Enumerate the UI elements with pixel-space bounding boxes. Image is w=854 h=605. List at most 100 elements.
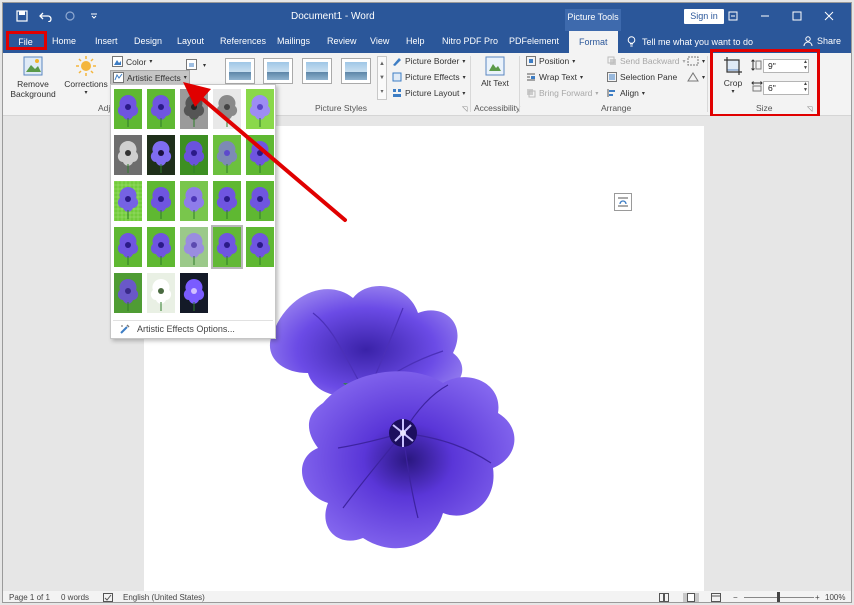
print-layout-icon[interactable]: [683, 593, 699, 602]
picture-layout-label: Picture Layout: [405, 88, 460, 98]
layout-options-button[interactable]: [614, 193, 632, 211]
group-objects-icon: [687, 56, 699, 66]
save-icon[interactable]: [15, 9, 29, 23]
picture-border-button[interactable]: Picture Border ▾: [392, 56, 465, 66]
tab-nitro-pdf-pro[interactable]: Nitro PDF Pro: [442, 36, 498, 46]
page-count[interactable]: Page 1 of 1: [9, 593, 50, 602]
maximize-icon[interactable]: [781, 8, 813, 24]
tab-pdfelement[interactable]: PDFelement: [509, 36, 559, 46]
artistic-effect-dark[interactable]: [147, 135, 175, 175]
undo-icon[interactable]: [39, 9, 53, 23]
artistic-effect-glow[interactable]: [147, 273, 175, 313]
artistic-effect-selected[interactable]: [211, 225, 243, 269]
picture-style-1[interactable]: [225, 58, 255, 84]
picture-style-3[interactable]: [302, 58, 332, 84]
proofing-icon[interactable]: [103, 593, 113, 602]
send-backward-button[interactable]: Send Backward ▾: [607, 56, 686, 66]
zoom-in-icon[interactable]: +: [815, 593, 820, 602]
artistic-effect-plain[interactable]: [147, 227, 175, 267]
artistic-effect-plain[interactable]: [114, 89, 142, 129]
flower-picture[interactable]: [243, 273, 533, 563]
tell-me-search[interactable]: Tell me what you want to do: [627, 36, 753, 47]
selection-pane-button[interactable]: Selection Pane: [607, 72, 677, 82]
tab-mailings[interactable]: Mailings: [277, 36, 310, 46]
artistic-effect-sketch[interactable]: [213, 89, 241, 129]
close-icon[interactable]: [813, 8, 845, 24]
corrections-icon: [76, 56, 96, 76]
read-mode-icon[interactable]: [659, 593, 669, 602]
rotate-button[interactable]: ▾: [687, 72, 705, 82]
artistic-effect-plain[interactable]: [114, 227, 142, 267]
tab-design[interactable]: Design: [134, 36, 162, 46]
artistic-effect-wash[interactable]: [180, 227, 208, 267]
group-objects-button[interactable]: ▾: [687, 56, 705, 66]
position-dropdown-arrow: ▾: [572, 58, 576, 65]
align-button[interactable]: Align ▾: [607, 88, 645, 98]
tab-home[interactable]: Home: [52, 36, 76, 46]
tab-review[interactable]: Review: [327, 36, 357, 46]
picture-effects-button[interactable]: Picture Effects ▾: [392, 72, 466, 82]
artistic-effects-icon: [113, 72, 124, 83]
customize-icon[interactable]: [87, 9, 101, 23]
zoom-slider-thumb[interactable]: [777, 592, 780, 602]
artistic-effect-mono[interactable]: [180, 89, 208, 129]
picture-styles-dialog-launcher[interactable]: ◹: [462, 105, 467, 113]
tab-references[interactable]: References: [220, 36, 266, 46]
position-button[interactable]: Position ▾: [526, 56, 575, 66]
document-title: Document1 - Word: [291, 11, 375, 22]
redo-icon[interactable]: [63, 9, 77, 23]
color-dropdown-arrow: ▾: [149, 59, 153, 65]
artistic-effects-options-item[interactable]: Artistic Effects Options...: [119, 323, 235, 335]
artistic-effect-grid[interactable]: [114, 181, 142, 221]
artistic-effect-green[interactable]: [180, 135, 208, 175]
artistic-effect-neon[interactable]: [180, 273, 208, 313]
bring-forward-button[interactable]: Bring Forward ▾: [526, 88, 598, 98]
artistic-effect-soft[interactable]: [180, 181, 208, 221]
picture-style-2[interactable]: [263, 58, 293, 84]
web-layout-icon[interactable]: [711, 593, 721, 602]
remove-background-button[interactable]: Remove Background: [7, 55, 59, 99]
artistic-effect-plain[interactable]: [246, 135, 274, 175]
artistic-effect-mono-dark[interactable]: [114, 135, 142, 175]
artistic-effects-button[interactable]: Artistic Effects ▾: [110, 70, 190, 85]
artistic-effects-menu: Artistic Effects Options...: [110, 84, 276, 339]
zoom-out-icon[interactable]: −: [733, 593, 738, 602]
artistic-effect-plain[interactable]: [213, 181, 241, 221]
artistic-effect-blur[interactable]: [213, 135, 241, 175]
tab-format[interactable]: Format: [569, 31, 618, 53]
color-button[interactable]: Color ▾: [112, 56, 152, 67]
artistic-effect-plain[interactable]: [246, 227, 274, 267]
tab-layout[interactable]: Layout: [177, 36, 204, 46]
picture-layout-dropdown-arrow: ▾: [462, 90, 466, 97]
artistic-effect-plain[interactable]: [147, 89, 175, 129]
picture-styles-scroll[interactable]: ▲ ▼ ▾: [377, 56, 387, 100]
corrections-button[interactable]: Corrections ▾: [63, 55, 109, 96]
minimize-icon[interactable]: [749, 8, 781, 24]
artistic-effect-plain[interactable]: [246, 181, 274, 221]
language[interactable]: English (United States): [123, 593, 205, 602]
tab-insert[interactable]: Insert: [95, 36, 118, 46]
ribbon-display-icon[interactable]: [717, 8, 749, 24]
artistic-effect-bright[interactable]: [246, 89, 274, 129]
picture-layout-button[interactable]: Picture Layout ▾: [392, 88, 465, 98]
share-label: Share: [817, 36, 842, 46]
artistic-effect-cutout[interactable]: [114, 273, 142, 313]
tab-view[interactable]: View: [370, 36, 389, 46]
position-label: Position: [539, 56, 570, 66]
file-tab-highlight: [6, 31, 47, 50]
wrap-text-button[interactable]: Wrap Text ▾: [526, 72, 583, 82]
color-icon: [112, 56, 123, 67]
layout-options-icon: [618, 197, 628, 207]
artistic-effect-plain[interactable]: [147, 181, 175, 221]
artistic-effects-options-label: Artistic Effects Options...: [137, 324, 235, 334]
position-icon: [526, 56, 536, 66]
rotate-icon: [687, 72, 699, 82]
alt-text-button[interactable]: Alt Text: [479, 56, 511, 88]
zoom-level[interactable]: 100%: [825, 593, 845, 602]
share-button[interactable]: Share: [803, 36, 841, 46]
lightbulb-icon: [627, 36, 636, 47]
change-picture-button[interactable]: ▾: [186, 59, 206, 71]
picture-style-4[interactable]: [341, 58, 371, 84]
tab-help[interactable]: Help: [406, 36, 425, 46]
word-count[interactable]: 0 words: [61, 593, 89, 602]
